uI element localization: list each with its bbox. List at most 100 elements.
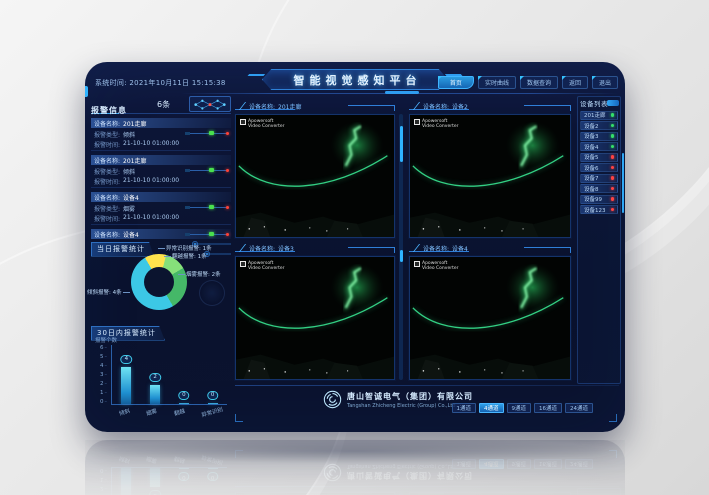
device-row[interactable]: 设备123 <box>580 205 618 214</box>
scrollbar-thumb[interactable] <box>400 126 403 162</box>
header-nav: 首页 实时曲线 数据查询 返回 退出 <box>438 76 618 89</box>
video-device-name: 设备4 <box>452 244 468 253</box>
video-panel-4: 设备名称:设备4 <box>407 242 573 382</box>
system-time: 系统时间: 2021年10月11日 15:15:38 <box>95 78 226 88</box>
nav-button-realtime-curve[interactable]: 实时曲线 <box>478 76 516 89</box>
bar-tilt <box>121 367 131 404</box>
slider-alarm-dot <box>226 206 230 210</box>
video-frame <box>410 257 570 379</box>
device-list-panel: 设备列表 201走廊 设备2 设备3 设备4 设备5 设备6 设备7 设备8 设… <box>577 96 621 384</box>
dashboard-screen: 系统时间: 2021年10月11日 15:15:38 智能视觉感知平台 首页 实… <box>85 62 625 432</box>
topology-icon <box>190 97 230 112</box>
status-dot <box>611 145 615 149</box>
bar-value: 2 <box>149 373 161 382</box>
slider-thumb[interactable] <box>209 131 214 135</box>
alarm-sidebar: 报警信息 6条 <box>91 98 231 420</box>
alarm-list-item[interactable]: 设备名称:201走廊 报警类型:倾斜 报警时间:21-10-10 01:00:0… <box>91 155 231 188</box>
company-brand: 唐山智诚电气（集团）有限公司 Tangshan Zhicheng Electri… <box>323 390 473 409</box>
nav-button-back[interactable]: 返回 <box>562 76 588 89</box>
company-logo-icon <box>323 390 342 409</box>
alarm-type: 倾斜 <box>123 130 135 139</box>
status-dot <box>611 208 615 212</box>
video-watermark: ApowersoftVideo Converter <box>240 119 284 129</box>
alarm-device-name: 201走廊 <box>123 119 146 128</box>
video-frame <box>410 115 570 237</box>
device-row[interactable]: 设备4 <box>580 142 618 151</box>
video-device-name: 201走廊 <box>278 102 301 111</box>
slider-thumb[interactable] <box>209 168 214 172</box>
corner-decoration <box>235 414 243 422</box>
alarm-list-item[interactable]: 设备名称:设备4 报警类型:烟雾 报警时间:21-10-10 01:00:00 <box>91 192 231 225</box>
nav-button-exit[interactable]: 退出 <box>592 76 618 89</box>
video-grid-scrollbar[interactable] <box>399 114 403 380</box>
alarm-panel-title: 报警信息 <box>91 106 127 115</box>
page-title-frame: 智能视觉感知平台 <box>262 69 448 90</box>
donut-label-abnormal: 异常识别报警: 1条 <box>157 244 212 252</box>
alarm-time: 21-10-10 01:00:00 <box>123 140 179 149</box>
channel-button-4[interactable]: 4通道 <box>479 403 504 413</box>
video-feed[interactable]: ApowersoftVideo Converter <box>235 114 395 238</box>
video-header: 设备名称:设备2 <box>407 100 573 112</box>
video-watermark: ApowersoftVideo Converter <box>414 119 458 129</box>
device-row[interactable]: 设备7 <box>580 174 618 183</box>
alarm-threshold-slider[interactable] <box>185 205 229 209</box>
status-dot <box>611 197 615 201</box>
donut-label-smoke: 烟雾报警: 2条 <box>177 270 221 278</box>
device-row[interactable]: 设备6 <box>580 163 618 172</box>
bar-y-label: 报警个数 <box>95 336 117 344</box>
daily-stats-section: 当日报警统计 倾斜报警: 4条 异常识别报警: 1条 翻越报警: 1条 烟雾报警… <box>91 236 231 316</box>
status-dot <box>611 155 615 159</box>
donut-label-climb: 翻越报警: 1条 <box>163 252 207 260</box>
channel-switcher: 1通道 4通道 9通道 16通道 24通道 <box>452 403 594 413</box>
device-row[interactable]: 设备99 <box>580 195 618 204</box>
status-dot <box>611 113 615 117</box>
video-frame <box>236 257 394 379</box>
bar-y-ticks: 6543210 <box>97 345 107 405</box>
alarm-threshold-slider[interactable] <box>185 168 229 172</box>
channel-button-1[interactable]: 1通道 <box>452 403 477 413</box>
device-row[interactable]: 设备3 <box>580 132 618 141</box>
watermark-icon <box>414 261 420 267</box>
header-accent-dash <box>385 91 419 94</box>
device-list-more-button[interactable] <box>607 100 619 106</box>
video-feed[interactable]: ApowersoftVideo Converter <box>235 256 395 380</box>
page-title: 智能视觉感知平台 <box>289 72 422 88</box>
bar-plot-area: 4 2 0 0 <box>111 345 227 405</box>
channel-button-9[interactable]: 9通道 <box>507 403 532 413</box>
video-watermark: ApowersoftVideo Converter <box>414 261 458 271</box>
channel-button-16[interactable]: 16通道 <box>534 403 562 413</box>
channel-button-24[interactable]: 24通道 <box>565 403 593 413</box>
bar-value: 4 <box>121 355 133 364</box>
company-name-cn: 唐山智诚电气（集团）有限公司 <box>347 391 473 402</box>
edge-accent <box>85 86 88 97</box>
alarm-type: 倾斜 <box>123 167 135 176</box>
alarm-device-name: 201走廊 <box>123 156 146 165</box>
status-dot <box>611 124 615 128</box>
status-dot <box>611 134 615 138</box>
video-header: 设备名称:设备4 <box>407 242 573 254</box>
alarm-threshold-slider[interactable] <box>185 131 229 135</box>
video-feed[interactable]: ApowersoftVideo Converter <box>409 114 571 238</box>
alarm-list-item[interactable]: 设备名称:201走廊 报警类型:倾斜 报警时间:21-10-10 01:00:0… <box>91 118 231 151</box>
alarm-time: 21-10-10 01:00:00 <box>123 214 179 223</box>
device-row[interactable]: 设备5 <box>580 153 618 162</box>
device-list-scrollbar[interactable] <box>622 153 624 213</box>
watermark-icon <box>414 119 420 125</box>
video-feed[interactable]: ApowersoftVideo Converter <box>409 256 571 380</box>
slider-thumb[interactable] <box>209 205 214 209</box>
status-dot <box>611 187 615 191</box>
scrollbar-thumb[interactable] <box>400 250 403 262</box>
device-row[interactable]: 设备8 <box>580 184 618 193</box>
nav-button-data-query[interactable]: 数据查询 <box>520 76 558 89</box>
bar-value: 0 <box>178 391 190 400</box>
alarm-time: 21-10-10 01:00:00 <box>123 177 179 186</box>
alarm-type: 烟雾 <box>123 204 135 213</box>
alarm-device-name: 设备4 <box>123 193 139 202</box>
video-panel-2: 设备名称:设备2 <box>407 100 573 240</box>
device-row[interactable]: 201走廊 <box>580 111 618 120</box>
device-row[interactable]: 设备2 <box>580 121 618 130</box>
nav-button-home[interactable]: 首页 <box>438 76 474 89</box>
bar-x-labels: 倾斜 烟雾 翻越 异常识别 <box>111 408 231 416</box>
monthly-bar-chart: 报警个数 6543210 4 2 0 0 倾斜 烟雾 翻越 异常识别 <box>91 336 231 420</box>
status-dot <box>611 176 615 180</box>
